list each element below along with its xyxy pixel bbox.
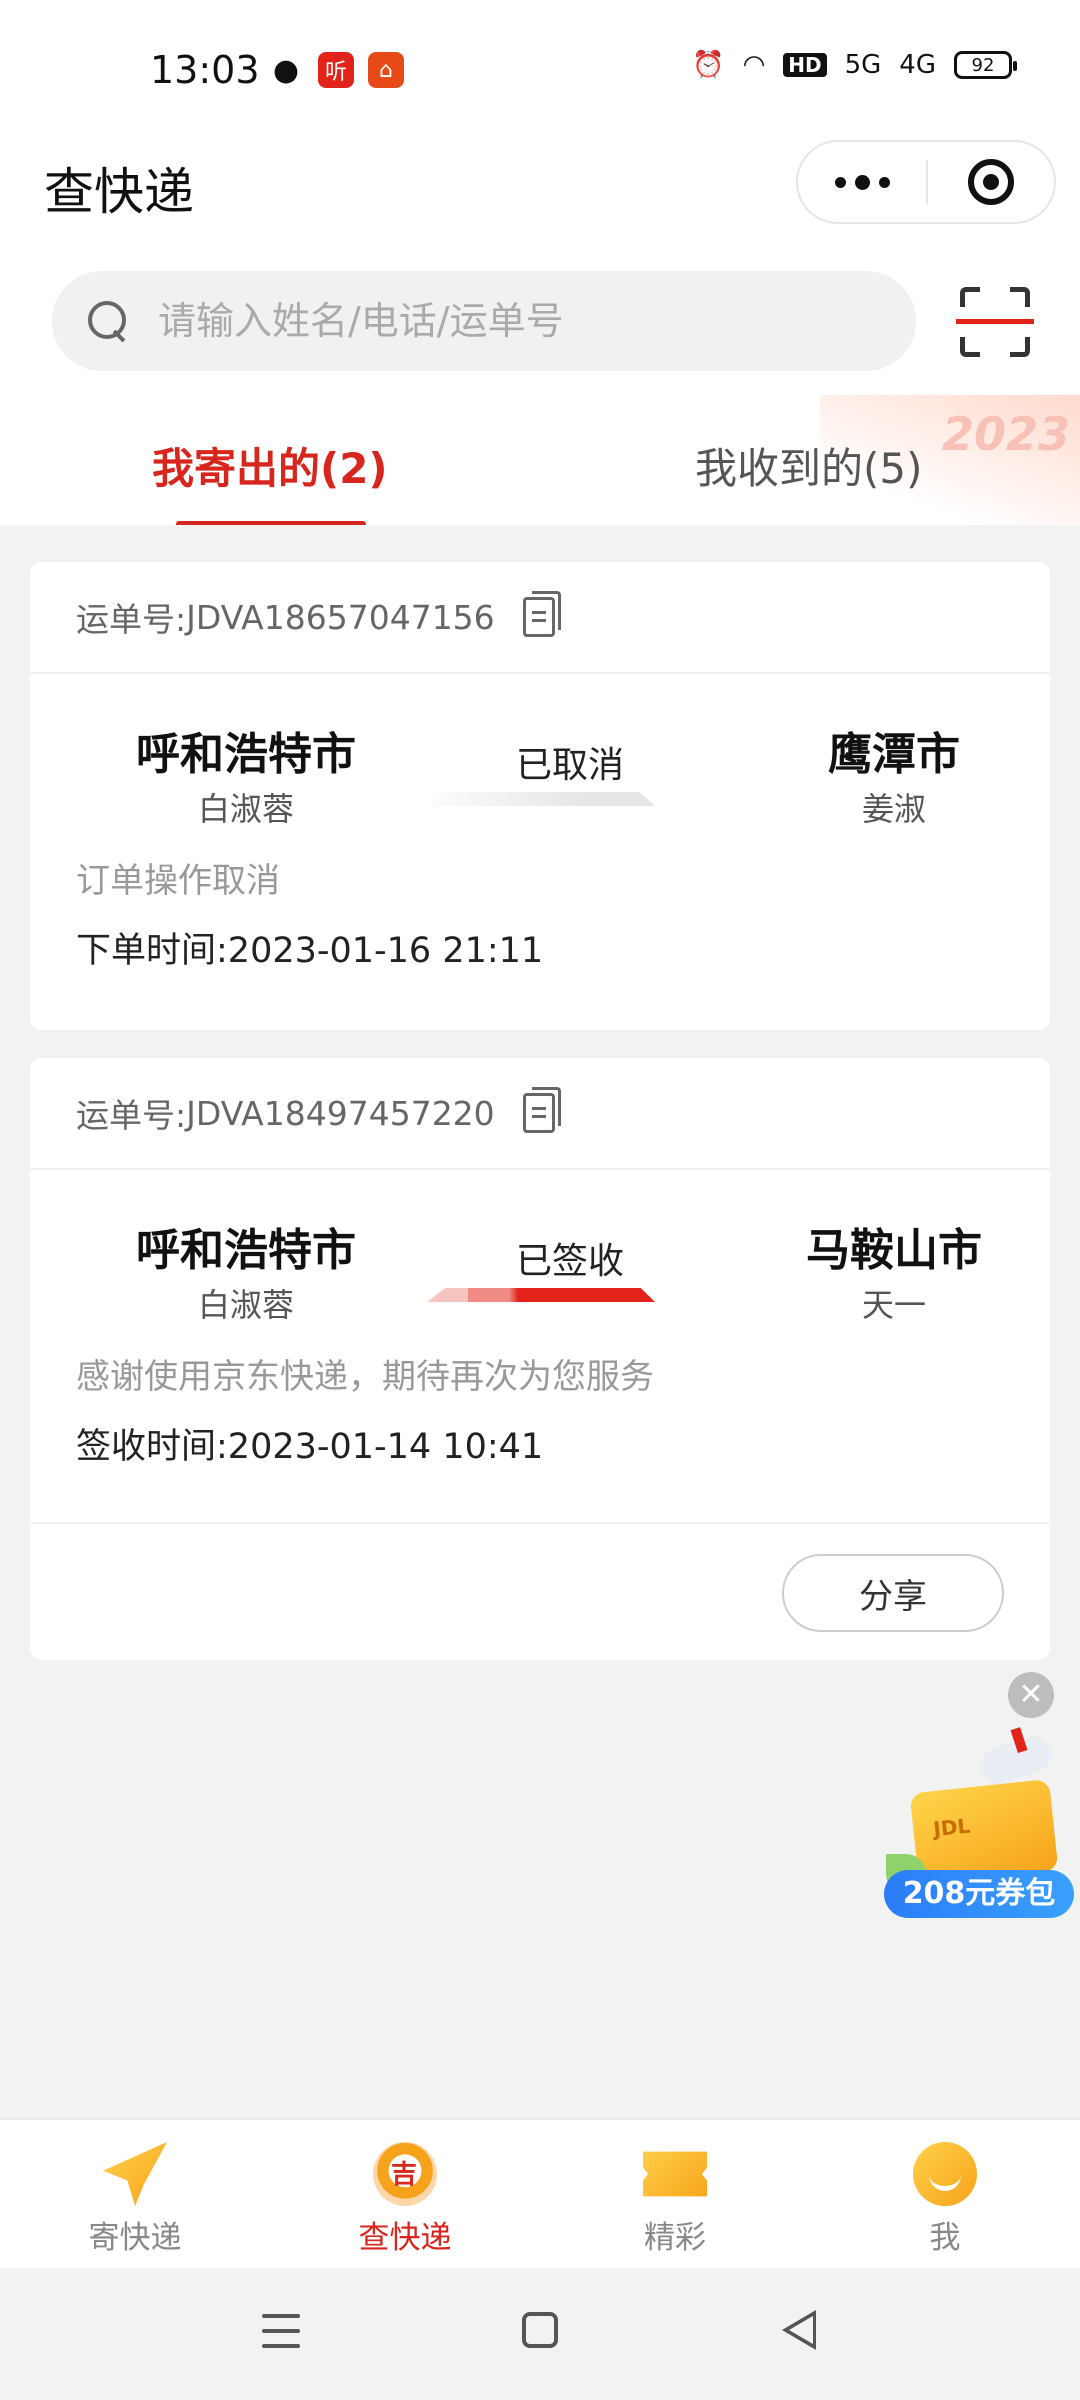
tabbar-label: 寄快递 — [88, 2220, 182, 2256]
tab-sent[interactable]: 我寄出的(2) — [152, 435, 388, 496]
target-icon — [967, 159, 1014, 205]
status-time: 13:03 — [150, 48, 260, 92]
send-plane-icon — [103, 2142, 167, 2206]
order-time: 下单时间:2023-01-16 21:11 — [30, 916, 1050, 986]
copy-icon[interactable] — [522, 591, 561, 637]
status-note: 感谢使用京东快递，期待再次为您服务 — [76, 1357, 654, 1397]
wechat-icon: ● — [272, 52, 300, 88]
route-section: 呼和浩特市 白淑蓉 已取消 鹰潭市 姜淑 — [30, 674, 1050, 846]
status-indicators: ⏰ ◠ HD 5G 4G 92 — [692, 50, 1017, 80]
system-nav-bar — [0, 2268, 1080, 2400]
progress-arrow — [427, 1288, 655, 1302]
waybill-number: JDVA18657047156 — [186, 597, 495, 637]
waybill-row: 运单号: JDVA18497457220 — [30, 1058, 1050, 1170]
tabbar-label: 精彩 — [644, 2220, 706, 2256]
origin-city: 呼和浩特市 — [136, 1225, 356, 1276]
scan-button[interactable] — [956, 287, 1034, 357]
waybill-label: 运单号: — [76, 1096, 187, 1135]
close-icon[interactable]: ✕ — [1008, 1672, 1054, 1718]
hd-badge: HD — [783, 53, 827, 77]
waybill-label: 运单号: — [76, 600, 187, 639]
more-dots-icon — [834, 176, 846, 188]
tab-received[interactable]: 我收到的(5) — [695, 435, 923, 496]
destination-city: 鹰潭市 — [828, 729, 960, 780]
ticket-icon — [643, 2151, 707, 2197]
search-icon — [88, 301, 128, 341]
status-app-icons: ● 听 ⌂ — [268, 52, 404, 88]
card-actions: 分享 — [30, 1522, 1050, 1660]
signal-4g-icon: 4G — [899, 50, 936, 80]
signal-5g-icon: 5G — [844, 50, 882, 80]
shipment-card[interactable]: 运单号: JDVA18497457220 呼和浩特市 白淑蓉 已签收 马鞍山市 … — [30, 1058, 1050, 1660]
recipient-name: 姜淑 — [861, 790, 926, 828]
status-bar: 13:03 ● 听 ⌂ ⏰ ◠ HD 5G 4G 92 — [0, 0, 1080, 140]
tabbar-item-me[interactable]: 我 — [810, 2120, 1080, 2270]
profile-icon — [913, 2142, 977, 2206]
route-section: 呼和浩特市 白淑蓉 已签收 马鞍山市 天一 — [30, 1170, 1050, 1342]
track-package-icon — [373, 2142, 437, 2206]
decoration-year: 2023 — [941, 407, 1070, 461]
status-note: 订单操作取消 — [76, 861, 280, 901]
time-value: 2023-01-14 10:41 — [227, 1427, 544, 1467]
page-title: 查快递 — [44, 163, 194, 221]
recipient-name: 天一 — [861, 1286, 926, 1324]
waybill-number: JDVA18497457220 — [186, 1093, 495, 1133]
listen-app-icon: 听 — [318, 52, 354, 88]
time-label: 下单时间: — [76, 931, 228, 971]
airplane-icon — [976, 1731, 1056, 1789]
destination-city: 马鞍山市 — [806, 1225, 982, 1276]
share-button[interactable]: 分享 — [782, 1554, 1004, 1632]
search-input[interactable] — [158, 299, 878, 343]
active-tab-indicator — [176, 521, 366, 525]
home-icon[interactable] — [522, 2312, 558, 2348]
wifi-icon: ◠ — [742, 50, 766, 80]
shipment-status: 已签收 — [515, 1241, 624, 1282]
search-box[interactable] — [52, 271, 916, 371]
tabbar-item-track[interactable]: 查快递 — [270, 2120, 540, 2270]
tabbar-item-send[interactable]: 寄快递 — [0, 2120, 270, 2270]
shipment-status: 已取消 — [515, 745, 624, 786]
menu-icon[interactable] — [262, 2314, 300, 2352]
coupon-promo-widget[interactable]: 208元券包 — [880, 1731, 1076, 1922]
bottom-tab-bar: 寄快递 查快递 精彩 我 — [0, 2118, 1080, 2268]
copy-icon[interactable] — [522, 1087, 561, 1133]
origin-city: 呼和浩特市 — [136, 729, 356, 780]
sender-name: 白淑蓉 — [197, 790, 294, 828]
close-miniprogram-button[interactable] — [928, 142, 1054, 222]
time-label: 签收时间: — [76, 1427, 228, 1467]
battery-icon: 92 — [954, 51, 1017, 79]
miniprogram-capsule — [796, 140, 1056, 224]
coupon-label: 208元券包 — [884, 1870, 1074, 1918]
tabbar-item-highlights[interactable]: 精彩 — [540, 2120, 810, 2270]
more-options-button[interactable] — [798, 142, 926, 222]
shipment-card[interactable]: 运单号: JDVA18657047156 呼和浩特市 白淑蓉 已取消 鹰潭市 姜… — [30, 562, 1050, 1030]
scan-icon — [956, 319, 1034, 324]
time-value: 2023-01-16 21:11 — [227, 931, 544, 971]
back-icon[interactable] — [782, 2310, 816, 2350]
sign-time: 签收时间:2023-01-14 10:41 — [30, 1412, 1050, 1482]
shipment-tabs: 2023 我寄出的(2) 我收到的(5) — [0, 395, 1080, 525]
waybill-row: 运单号: JDVA18657047156 — [30, 562, 1050, 674]
tabbar-label: 我 — [929, 2220, 961, 2256]
search-row — [0, 265, 1080, 395]
tabbar-label: 查快递 — [358, 2220, 452, 2256]
alarm-icon: ⏰ — [692, 50, 725, 80]
home-app-icon: ⌂ — [368, 52, 404, 88]
progress-arrow — [427, 792, 655, 806]
nav-header: 查快递 — [0, 140, 1080, 265]
sender-name: 白淑蓉 — [197, 1286, 294, 1324]
